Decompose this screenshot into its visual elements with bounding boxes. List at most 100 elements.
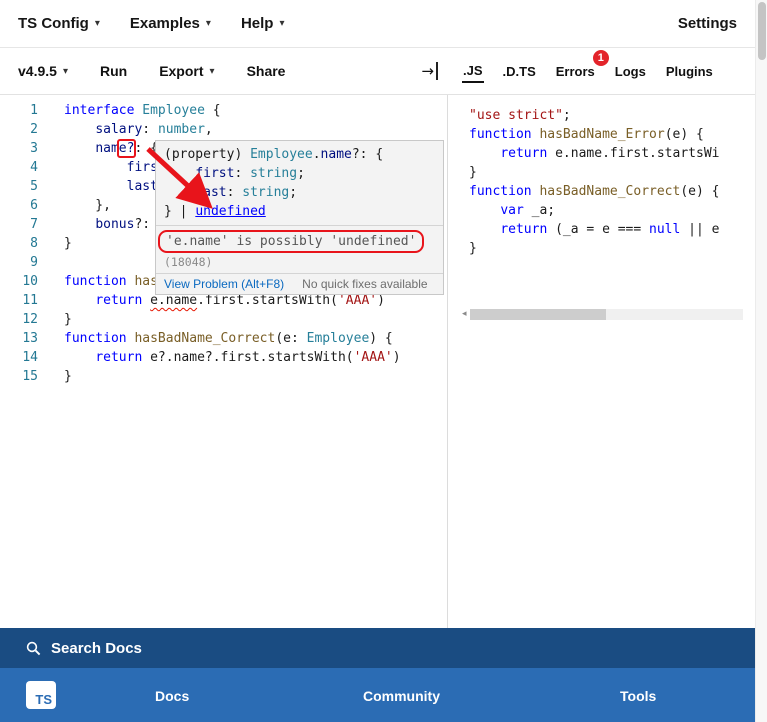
code-editor[interactable]: 1 interface Employee {2 salary: number, 3 …	[0, 95, 448, 628]
line-number: 2	[30, 122, 38, 137]
footer-link-tools[interactable]: Tools	[620, 688, 656, 704]
line-number: 15	[22, 369, 38, 384]
code-token: },	[64, 198, 111, 213]
js-output-panel[interactable]: "use strict"; function hasBadName_Error(e…	[448, 95, 755, 628]
code-line: (property) Employee.name?: {	[164, 145, 435, 164]
output-tabs: .JS .D.TS Errors 1 Logs Plugins	[448, 48, 755, 94]
caret-down-icon: ▾	[94, 18, 100, 29]
code-line: last: string;	[164, 183, 435, 202]
nav-ts-config[interactable]: TS Config ▾	[18, 15, 100, 32]
code-line: 14 return e?.name?.first.startsWith('AAA…	[0, 348, 447, 367]
code-token: e.name	[150, 293, 198, 308]
code-line: }	[469, 163, 747, 182]
scrollbar-thumb[interactable]	[469, 308, 607, 320]
ts-logo[interactable]: TS	[26, 681, 56, 709]
line-number: 4	[30, 160, 38, 175]
nav-help[interactable]: Help ▾	[241, 15, 285, 32]
code-line: 12}	[0, 310, 447, 329]
code-token: return	[500, 146, 548, 161]
footer-link-docs[interactable]: Docs	[155, 688, 189, 704]
code-token: e?.name?.first.startsWith(	[142, 350, 354, 365]
top-nav: TS Config ▾ Examples ▾ Help ▾ Settings	[0, 0, 755, 48]
code-token: } |	[164, 204, 196, 219]
code-token: :	[226, 185, 243, 200]
code-token: }	[469, 241, 477, 256]
nav-help-label: Help	[240, 15, 274, 32]
caret-down-icon: ▾	[205, 18, 211, 29]
code-token: return	[500, 222, 548, 237]
tab-errors[interactable]: Errors 1	[555, 49, 609, 82]
code-token: (e) {	[664, 127, 704, 142]
code-token: e.name.first.startsWi	[547, 146, 720, 161]
code-token: last	[126, 179, 158, 194]
code-token: Employee	[142, 103, 205, 118]
toolbar-row: v4.9.5 ▾ Run Export ▾ Share → .JS .D.TS …	[0, 48, 755, 95]
code-token: function	[469, 127, 532, 142]
code-token: Employee	[306, 331, 370, 346]
code-token: interface	[64, 103, 135, 118]
code-token: last	[195, 185, 227, 200]
code-token: return	[95, 350, 143, 365]
scrollbar-track[interactable]	[469, 308, 743, 320]
code-token: hasBadName_Correct	[134, 331, 276, 346]
code-token: function	[469, 184, 532, 199]
line-number: 12	[22, 312, 38, 327]
tab-dts[interactable]: .D.TS	[502, 61, 537, 82]
settings-button[interactable]: Settings	[678, 15, 737, 32]
output-horizontal-scrollbar: ◂	[462, 308, 743, 320]
code-line: function hasBadName_Error(e) {	[469, 125, 747, 144]
code-token: }	[64, 312, 72, 327]
code-line: }	[469, 239, 747, 258]
code-token: (_a = e ===	[547, 222, 650, 237]
collapse-sidebar-icon[interactable]: →	[421, 62, 438, 80]
search-docs-bar[interactable]: Search Docs	[0, 628, 755, 668]
vertical-scrollbar-thumb[interactable]	[758, 2, 766, 60]
tab-js[interactable]: .JS	[462, 60, 484, 83]
footer-link-community[interactable]: Community	[363, 688, 440, 704]
code-token: bonus	[95, 217, 135, 232]
export-button[interactable]: Export ▾	[159, 63, 214, 79]
scroll-left-icon[interactable]: ◂	[462, 308, 467, 320]
search-icon	[26, 641, 41, 655]
nav-examples[interactable]: Examples ▾	[130, 15, 211, 32]
code-token: ;	[562, 108, 571, 123]
code-line: 1 interface Employee {	[0, 101, 447, 120]
run-button[interactable]: Run	[100, 63, 127, 79]
version-selector[interactable]: v4.9.5 ▾	[18, 63, 68, 79]
version-label: v4.9.5	[18, 63, 57, 79]
output-code: "use strict"; function hasBadName_Error(e…	[469, 106, 747, 258]
page-vertical-scrollbar[interactable]	[755, 0, 767, 722]
code-line: var _a;	[469, 201, 747, 220]
error-code: (18048)	[164, 255, 213, 269]
code-token: number	[157, 122, 205, 137]
site-footer: TS Docs Community Tools	[0, 668, 755, 722]
tab-plugins[interactable]: Plugins	[665, 61, 714, 82]
line-number: 5	[30, 179, 38, 194]
code-line: "use strict";	[469, 106, 747, 125]
line-number: 11	[22, 293, 38, 308]
code-token: .	[312, 147, 321, 162]
code-token: first	[195, 166, 235, 181]
code-token: salary	[95, 122, 143, 137]
caret-down-icon: ▾	[279, 18, 285, 29]
code-token: :	[234, 166, 251, 181]
code-token: ) {	[369, 331, 393, 346]
caret-down-icon: ▾	[62, 65, 68, 77]
code-token: 'AAA'	[337, 293, 378, 308]
error-message: 'e.name' is possibly 'undefined'	[158, 230, 425, 253]
view-problem-link[interactable]: View Problem (Alt+F8)	[164, 277, 284, 291]
line-number: 3	[30, 141, 38, 156]
line-number: 10	[22, 274, 38, 289]
tab-logs[interactable]: Logs	[614, 61, 647, 82]
code-token: hasBadName_Correct	[539, 184, 681, 199]
code-line: 13 function hasBadName_Correct(e: Employe…	[0, 329, 447, 348]
share-button[interactable]: Share	[247, 63, 286, 79]
